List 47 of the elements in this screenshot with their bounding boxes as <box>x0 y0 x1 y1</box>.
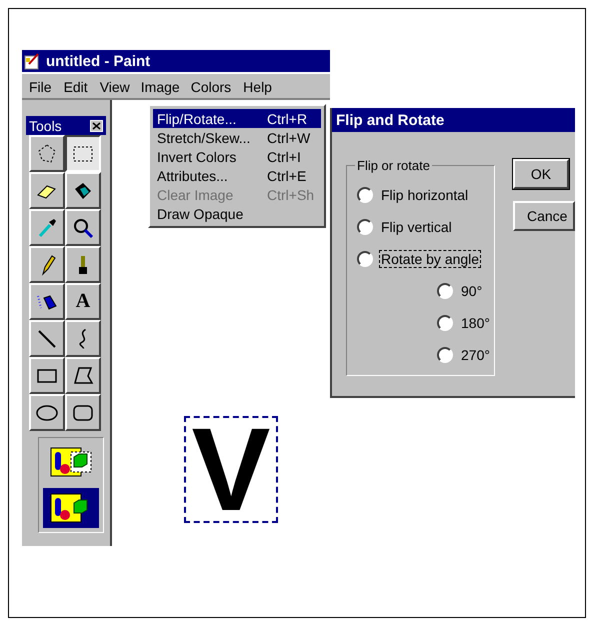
toolbox-title: Tools <box>29 118 62 134</box>
radio-label: 270° <box>460 346 491 364</box>
radio-button[interactable] <box>437 283 453 299</box>
menu-item[interactable]: Help <box>238 76 277 98</box>
tool-button[interactable] <box>65 135 101 172</box>
radio-label: Flip horizontal <box>380 186 470 204</box>
radio-button[interactable] <box>437 315 453 331</box>
curve-icon <box>78 328 88 348</box>
menu-option[interactable]: Invert Colors Ctrl+I <box>153 147 321 166</box>
selection-box[interactable]: V <box>184 416 278 523</box>
menu-option-label: Attributes... <box>157 168 229 184</box>
shortcut-label: Ctrl+I <box>267 148 302 164</box>
text-tool-glyph: A <box>76 290 90 313</box>
menu-item[interactable]: File <box>24 76 57 98</box>
dialog-title: Flip and Rotate <box>336 112 444 128</box>
menu-option[interactable]: Flip/Rotate... Ctrl+R <box>153 109 321 128</box>
radio-label: Rotate by angle <box>379 250 482 268</box>
menu-option[interactable]: Stretch/Skew... Ctrl+W <box>153 128 321 147</box>
menu-option-label: Draw Opaque <box>157 206 244 222</box>
shortcut-label: Ctrl+W <box>267 130 312 146</box>
menu-item[interactable]: Colors <box>186 76 236 98</box>
tool-option[interactable] <box>43 488 99 528</box>
menu-option[interactable]: Attributes... Ctrl+E <box>153 166 321 185</box>
group-label: Flip or rotate <box>356 158 431 173</box>
radio-button[interactable] <box>437 347 453 363</box>
menu-option-label: Flip/Rotate... <box>157 110 238 126</box>
shortcut-label: Ctrl+E <box>267 168 308 184</box>
menu-item[interactable]: Image <box>136 77 184 97</box>
radio-label: 90° <box>460 282 484 300</box>
radio-button[interactable] <box>357 251 373 267</box>
shortcut-label: Ctrl+R <box>267 110 308 126</box>
radio-button[interactable] <box>357 219 373 235</box>
radio-label: 180° <box>460 314 491 332</box>
close-icon[interactable] <box>90 120 103 132</box>
menu-item[interactable]: Edit <box>58 76 93 98</box>
menu-item[interactable]: View <box>94 76 135 98</box>
menu-option-label: Stretch/Skew... <box>157 130 252 146</box>
window-title: untitled - Paint <box>46 52 150 70</box>
menu-option-label: Clear Image <box>157 186 234 202</box>
radio-button[interactable] <box>357 187 373 203</box>
shortcut-label: Ctrl+Sh <box>267 186 316 202</box>
tool-button[interactable]: A <box>65 283 101 320</box>
radio-label: Flip vertical <box>380 218 453 236</box>
menu-option[interactable]: Draw Opaque <box>153 204 321 223</box>
menu-option-label: Invert Colors <box>157 148 238 164</box>
dialog-button[interactable]: OK <box>513 159 569 189</box>
dialog-button[interactable]: Cance <box>513 201 575 231</box>
